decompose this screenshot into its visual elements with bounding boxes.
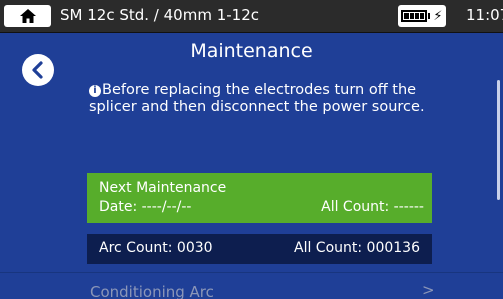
chevron-right-icon: > [422, 281, 435, 299]
arc-all-count: All Count: 000136 [294, 240, 420, 256]
divider [0, 272, 503, 273]
lightning-bolt-icon: ⚡ [433, 8, 443, 24]
next-maintenance-title: Next Maintenance [99, 180, 227, 196]
menu-item-label: Conditioning Arc [90, 283, 214, 299]
page-title: Maintenance [190, 40, 313, 62]
next-maintenance-all-count: All Count: ------ [321, 199, 424, 215]
scrollbar[interactable] [497, 80, 500, 200]
clock: 11:07 [466, 6, 503, 24]
job-title: SM 12c Std. / 40mm 1-12c [60, 6, 259, 24]
battery-icon [401, 10, 428, 22]
arc-count-box: Arc Count: 0030 All Count: 000136 [87, 234, 432, 264]
arc-count: Arc Count: 0030 [99, 240, 213, 256]
status-bar: SM 12c Std. / 40mm 1-12c ⚡ 11:07 [0, 0, 503, 33]
home-icon [19, 9, 36, 23]
next-maintenance-date: Date: ----/--/-- [99, 199, 192, 215]
menu-item-conditioning-arc[interactable]: Conditioning Arc > [0, 281, 503, 299]
info-icon: i [89, 85, 101, 97]
warning-note-text: Before replacing the electrodes turn off… [89, 82, 425, 115]
warning-note: i Before replacing the electrodes turn of… [89, 82, 459, 116]
battery-indicator[interactable]: ⚡ [398, 5, 446, 27]
home-button[interactable] [4, 5, 51, 27]
next-maintenance-box: Next Maintenance Date: ----/--/-- All Co… [87, 173, 432, 223]
